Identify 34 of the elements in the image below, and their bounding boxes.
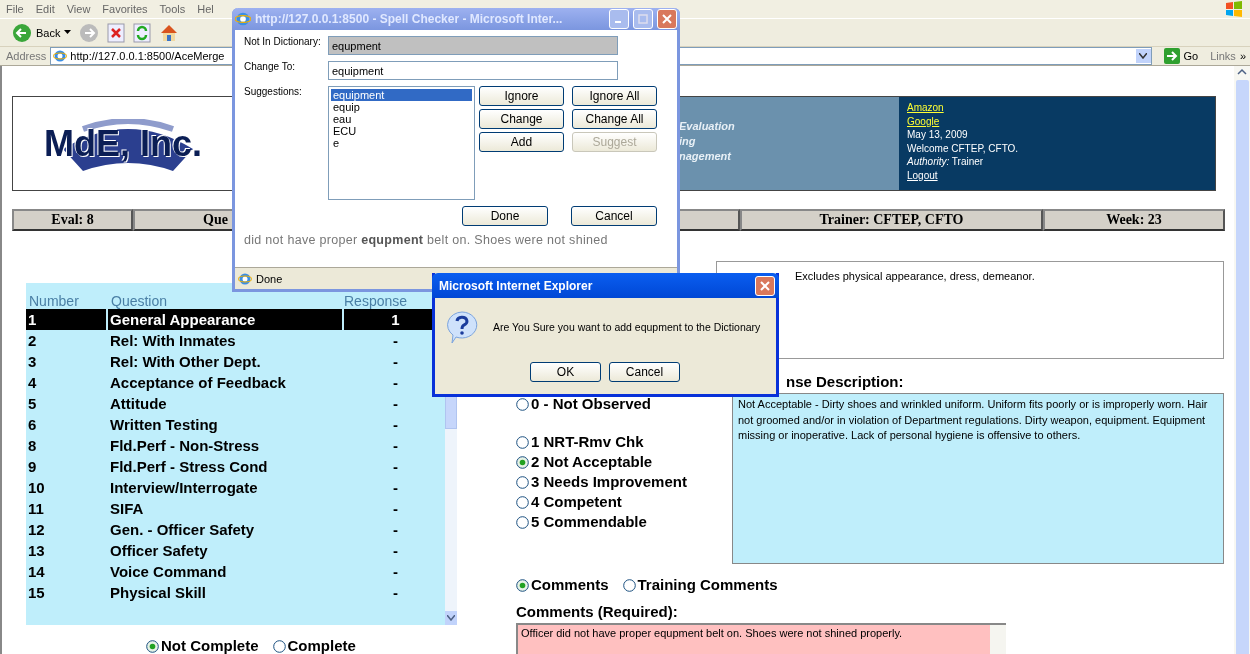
- dialog-message: Are You Sure you want to add equpment to the Dictionary: [493, 321, 761, 333]
- section-label: nse Description:: [786, 373, 905, 392]
- info-cell: Week: 23: [1043, 209, 1225, 231]
- banner-text: nagement: [679, 149, 733, 164]
- banner-text: ing: [679, 134, 697, 149]
- info-cell: Eval: 8: [12, 209, 133, 231]
- field-label: Change To:: [244, 61, 296, 72]
- date-text: May 13, 2009: [907, 128, 969, 142]
- address-label: Address: [6, 50, 47, 62]
- comment-type-label: Training Comments: [637, 576, 778, 594]
- completion-label: Complete: [287, 637, 356, 654]
- welcome-text: Welcome CFTEP, CFTO.: [907, 141, 1020, 155]
- rating-label: 0 - Not Observed: [531, 395, 652, 413]
- status-text: Done: [256, 272, 283, 285]
- response-description: Not Acceptable - Dirty shoes and wrinkled uniform. Uniform fits poorly or is improperly worn. Hair not groomed and/or in violation of Department regulations. Dirty weapon, equipment. Equipment missing or inoperative. Lack of personal hygiene is offensive to others.: [732, 393, 1224, 564]
- comments-label: Comments (Required):: [516, 603, 679, 620]
- authority-text: Authority: Trainer: [907, 155, 985, 169]
- field-label: Not In Dictionary:: [244, 36, 322, 47]
- column-header: Number: [28, 292, 80, 309]
- completion-label: Not Complete: [161, 637, 259, 654]
- rating-label: 1 NRT-Rmv Chk: [531, 433, 644, 451]
- rating-label: 4 Competent: [531, 493, 622, 511]
- info-cell: Trainer: CFTEP, CFTO: [740, 209, 1043, 231]
- rating-label: 2 Not Acceptable: [531, 453, 653, 471]
- rating-label: 5 Commendable: [531, 513, 647, 531]
- context-text: did not have proper equpment belt on. Shoes were not shined: [244, 233, 609, 247]
- misspelled-word-field: equpment: [328, 36, 618, 55]
- rating-label: 3 Needs Improvement: [531, 473, 687, 491]
- banner-text: Evaluation: [679, 119, 736, 134]
- dialog-title: Microsoft Internet Explorer: [439, 278, 593, 293]
- column-header: Question: [110, 292, 169, 309]
- window-title: http://127.0.0.1:8500 - Spell Checker - Microsoft Inter...: [255, 12, 563, 26]
- field-label: Suggestions:: [244, 86, 303, 99]
- comment-type-label: Comments: [531, 576, 609, 594]
